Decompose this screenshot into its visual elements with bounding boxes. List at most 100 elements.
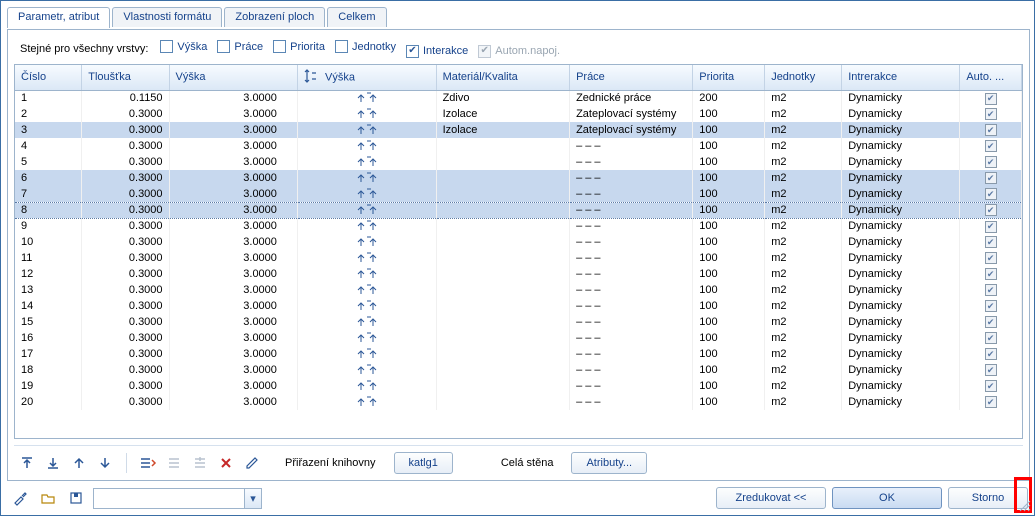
tab-0[interactable]: Parametr, atribut	[7, 7, 110, 28]
auto-checkbox-icon[interactable]	[985, 332, 997, 344]
auto-checkbox-icon[interactable]	[985, 348, 997, 360]
delete-layer-button[interactable]	[215, 452, 237, 474]
col-header-tloustka[interactable]: Tloušťka	[82, 65, 169, 91]
table-row[interactable]: 110.30003.0000– – –100m2Dynamicky	[15, 250, 1022, 266]
save-favorite-button[interactable]	[65, 487, 87, 509]
col-header-jednotky[interactable]: Jednotky	[765, 65, 842, 91]
attributes-button[interactable]: Atributy...	[571, 452, 647, 474]
auto-checkbox-icon[interactable]	[985, 140, 997, 152]
table-row[interactable]: 80.30003.0000– – –100m2Dynamicky	[15, 202, 1022, 218]
checkbox-priorita[interactable]: Priorita	[273, 40, 325, 53]
table-row[interactable]: 70.30003.0000– – –100m2Dynamicky	[15, 186, 1022, 202]
table-row[interactable]: 140.30003.0000– – –100m2Dynamicky	[15, 298, 1022, 314]
favorites-combo[interactable]: ▾	[93, 488, 262, 509]
table-row[interactable]: 120.30003.0000– – –100m2Dynamicky	[15, 266, 1022, 282]
checkbox-box-icon	[478, 45, 491, 58]
auto-checkbox-icon[interactable]	[985, 252, 997, 264]
auto-checkbox-icon[interactable]	[985, 268, 997, 280]
move-top-button[interactable]	[16, 452, 38, 474]
table-row[interactable]: 190.30003.0000– – –100m2Dynamicky	[15, 378, 1022, 394]
open-favorite-button[interactable]	[37, 487, 59, 509]
height-ref-cell[interactable]	[297, 154, 436, 170]
auto-checkbox-icon[interactable]	[985, 380, 997, 392]
auto-checkbox-icon[interactable]	[985, 108, 997, 120]
table-row[interactable]: 40.30003.0000– – –100m2Dynamicky	[15, 138, 1022, 154]
col-header-interakce[interactable]: Intrerakce	[842, 65, 960, 91]
height-ref-cell[interactable]	[297, 314, 436, 330]
auto-checkbox-icon[interactable]	[985, 204, 997, 216]
table-row[interactable]: 20.30003.0000IzolaceZateplovací systémy1…	[15, 106, 1022, 122]
chevron-down-icon[interactable]: ▾	[244, 489, 261, 508]
height-ref-cell[interactable]	[297, 106, 436, 122]
tab-1[interactable]: Vlastnosti formátu	[112, 7, 222, 27]
table-row[interactable]: 150.30003.0000– – –100m2Dynamicky	[15, 314, 1022, 330]
col-header-prace[interactable]: Práce	[570, 65, 693, 91]
catalog-button[interactable]: katlg1	[394, 452, 453, 474]
eyedropper-button[interactable]	[9, 487, 31, 509]
auto-checkbox-icon[interactable]	[985, 300, 997, 312]
height-ref-cell[interactable]	[297, 138, 436, 154]
table-row[interactable]: 10.11503.0000ZdivoZednické práce200m2Dyn…	[15, 90, 1022, 106]
height-ref-cell[interactable]	[297, 378, 436, 394]
table-row[interactable]: 170.30003.0000– – –100m2Dynamicky	[15, 346, 1022, 362]
auto-checkbox-icon[interactable]	[985, 364, 997, 376]
height-ref-cell[interactable]	[297, 90, 436, 106]
height-ref-cell[interactable]	[297, 266, 436, 282]
auto-checkbox-icon[interactable]	[985, 172, 997, 184]
height-ref-cell[interactable]	[297, 362, 436, 378]
col-header-vyska-icon[interactable]: Výška	[297, 65, 436, 91]
height-ref-cell[interactable]	[297, 234, 436, 250]
ok-button[interactable]: OK	[832, 487, 942, 509]
reduce-button[interactable]: Zredukovat <<	[716, 487, 826, 509]
height-ref-cell[interactable]	[297, 122, 436, 138]
col-header-priorita[interactable]: Priorita	[693, 65, 765, 91]
height-ref-cell[interactable]	[297, 346, 436, 362]
layers-table-wrap[interactable]: Číslo Tloušťka Výška Výška Materiál/Kval…	[14, 64, 1023, 440]
insert-layer-button[interactable]	[137, 452, 159, 474]
resize-grip-icon[interactable]	[1016, 497, 1032, 513]
move-bottom-button[interactable]	[42, 452, 64, 474]
height-ref-cell[interactable]	[297, 250, 436, 266]
table-row[interactable]: 100.30003.0000– – –100m2Dynamicky	[15, 234, 1022, 250]
height-ref-cell[interactable]	[297, 394, 436, 410]
append-after-button	[189, 452, 211, 474]
tab-2[interactable]: Zobrazení ploch	[224, 7, 325, 27]
height-ref-cell[interactable]	[297, 282, 436, 298]
checkbox-prace[interactable]: Práce	[217, 40, 263, 53]
height-ref-cell[interactable]	[297, 298, 436, 314]
auto-checkbox-icon[interactable]	[985, 221, 997, 233]
auto-checkbox-icon[interactable]	[985, 284, 997, 296]
col-header-auto[interactable]: Auto. ...	[960, 65, 1022, 91]
table-row[interactable]: 50.30003.0000– – –100m2Dynamicky	[15, 154, 1022, 170]
auto-checkbox-icon[interactable]	[985, 396, 997, 408]
edit-layer-button[interactable]	[241, 452, 263, 474]
table-row[interactable]: 160.30003.0000– – –100m2Dynamicky	[15, 330, 1022, 346]
auto-checkbox-icon[interactable]	[985, 156, 997, 168]
table-row[interactable]: 200.30003.0000– – –100m2Dynamicky	[15, 394, 1022, 410]
table-row[interactable]: 60.30003.0000– – –100m2Dynamicky	[15, 170, 1022, 186]
height-ref-cell[interactable]	[297, 186, 436, 202]
col-header-vyska[interactable]: Výška	[169, 65, 297, 91]
move-down-button[interactable]	[94, 452, 116, 474]
table-row[interactable]: 30.30003.0000IzolaceZateplovací systémy1…	[15, 122, 1022, 138]
auto-checkbox-icon[interactable]	[985, 236, 997, 248]
move-up-button[interactable]	[68, 452, 90, 474]
auto-checkbox-icon[interactable]	[985, 93, 997, 105]
col-header-cislo[interactable]: Číslo	[15, 65, 82, 91]
height-ref-cell[interactable]	[297, 218, 436, 234]
tab-3[interactable]: Celkem	[327, 7, 386, 27]
checkbox-interakce[interactable]: Interakce	[406, 45, 468, 58]
favorites-combo-input[interactable]	[94, 489, 244, 508]
checkbox-jednotky[interactable]: Jednotky	[335, 40, 396, 53]
auto-checkbox-icon[interactable]	[985, 124, 997, 136]
height-ref-cell[interactable]	[297, 202, 436, 218]
height-ref-cell[interactable]	[297, 170, 436, 186]
height-ref-cell[interactable]	[297, 330, 436, 346]
checkbox-vyska[interactable]: Výška	[160, 40, 207, 53]
table-row[interactable]: 180.30003.0000– – –100m2Dynamicky	[15, 362, 1022, 378]
table-row[interactable]: 130.30003.0000– – –100m2Dynamicky	[15, 282, 1022, 298]
col-header-material[interactable]: Materiál/Kvalita	[436, 65, 570, 91]
table-row[interactable]: 90.30003.0000– – –100m2Dynamicky	[15, 218, 1022, 234]
auto-checkbox-icon[interactable]	[985, 188, 997, 200]
auto-checkbox-icon[interactable]	[985, 316, 997, 328]
